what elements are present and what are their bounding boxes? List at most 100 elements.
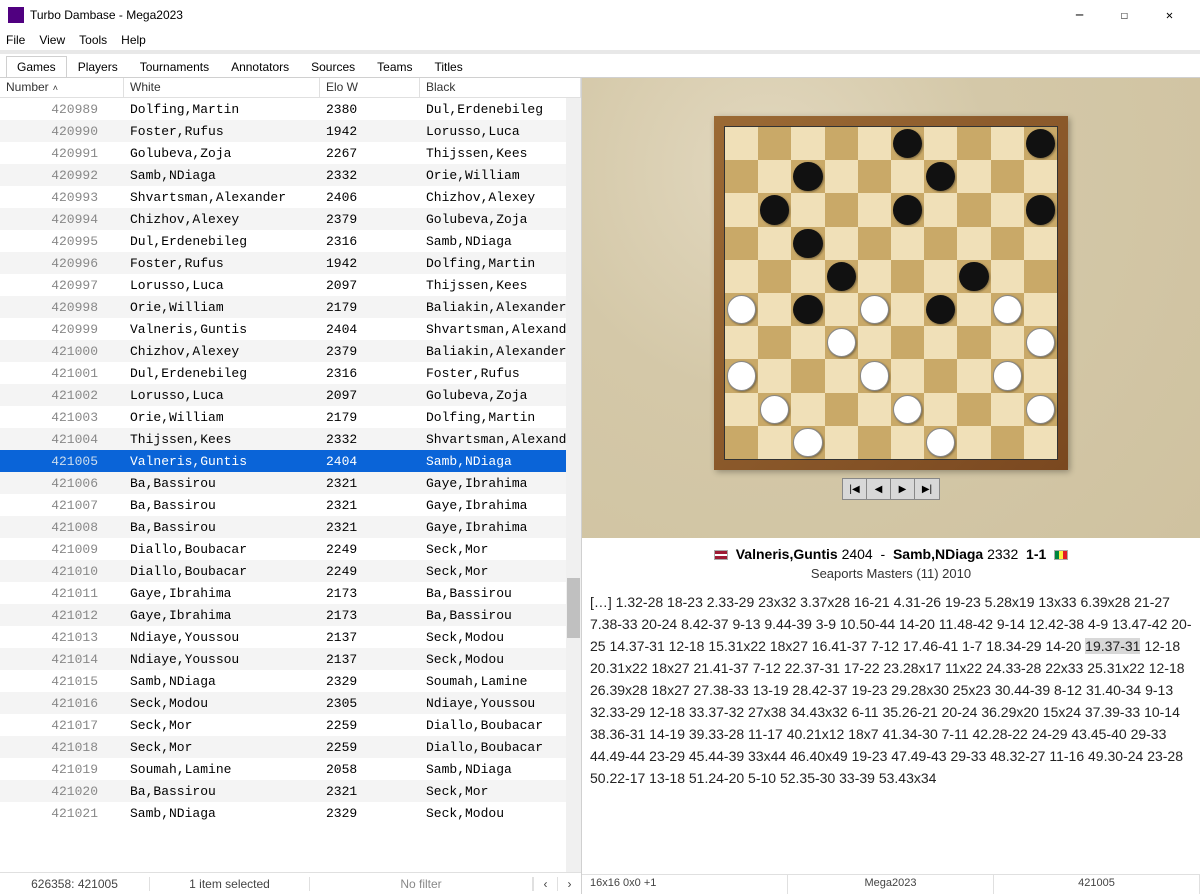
table-row[interactable]: 421019Soumah,Lamine2058Samb,NDiaga xyxy=(0,758,581,780)
square[interactable] xyxy=(957,127,990,160)
square[interactable] xyxy=(891,227,924,260)
move[interactable]: 53.43x34 xyxy=(879,770,937,786)
move[interactable]: 10.50-44 xyxy=(840,616,895,632)
move[interactable]: 9-13 xyxy=(732,616,760,632)
move[interactable]: 4.31-26 xyxy=(894,594,941,610)
square[interactable] xyxy=(891,260,924,293)
move[interactable]: 5-10 xyxy=(748,770,776,786)
move[interactable]: 48.32-27 xyxy=(990,748,1045,764)
move[interactable]: 1-7 xyxy=(962,638,982,654)
menu-help[interactable]: Help xyxy=(121,33,146,47)
scrollbar[interactable] xyxy=(566,98,581,872)
square[interactable] xyxy=(1024,227,1057,260)
minimize-button[interactable]: ─ xyxy=(1057,0,1102,30)
col-elo[interactable]: Elo W xyxy=(320,78,420,97)
square[interactable] xyxy=(891,160,924,193)
move[interactable]: 25.31x22 xyxy=(1087,660,1145,676)
move[interactable]: 11-17 xyxy=(748,726,783,742)
square[interactable] xyxy=(758,160,791,193)
move[interactable]: 9-14 xyxy=(997,616,1025,632)
white-piece[interactable] xyxy=(727,295,756,324)
white-piece[interactable] xyxy=(926,428,955,457)
square[interactable] xyxy=(825,193,858,226)
move[interactable]: 33.37-32 xyxy=(689,704,744,720)
square[interactable] xyxy=(1024,393,1057,426)
square[interactable] xyxy=(957,393,990,426)
move[interactable]: 32.33-29 xyxy=(590,704,645,720)
square[interactable] xyxy=(1024,293,1057,326)
move[interactable]: 18x7 xyxy=(848,726,878,742)
move[interactable]: 38.36-31 xyxy=(590,726,645,742)
black-piece[interactable] xyxy=(760,195,789,224)
square[interactable] xyxy=(891,393,924,426)
table-row[interactable]: 421003Orie,William2179Dolfing,Martin xyxy=(0,406,581,428)
table-row[interactable]: 421004Thijssen,Kees2332Shvartsman,Alexan… xyxy=(0,428,581,450)
square[interactable] xyxy=(1024,160,1057,193)
square[interactable] xyxy=(924,326,957,359)
white-piece[interactable] xyxy=(993,361,1022,390)
square[interactable] xyxy=(825,227,858,260)
square[interactable] xyxy=(991,293,1024,326)
square[interactable] xyxy=(758,326,791,359)
square[interactable] xyxy=(891,293,924,326)
table-row[interactable]: 421020Ba,Bassirou2321Seck,Mor xyxy=(0,780,581,802)
move[interactable]: 9-13 xyxy=(1145,682,1173,698)
col-black[interactable]: Black xyxy=(420,78,581,97)
move[interactable]: 6-11 xyxy=(852,704,879,720)
square[interactable] xyxy=(957,193,990,226)
square[interactable] xyxy=(924,260,957,293)
maximize-button[interactable]: ☐ xyxy=(1102,0,1147,30)
table-row[interactable]: 421005Valneris,Guntis2404Samb,NDiaga xyxy=(0,450,581,472)
square[interactable] xyxy=(957,260,990,293)
scrollbar-thumb[interactable] xyxy=(567,578,580,638)
table-row[interactable]: 420998Orie,William2179Baliakin,Alexander xyxy=(0,296,581,318)
square[interactable] xyxy=(991,127,1024,160)
move[interactable]: 18x27 xyxy=(652,682,690,698)
move[interactable]: 13.47-42 xyxy=(1112,616,1167,632)
move[interactable]: 12-18 xyxy=(1149,660,1185,676)
move[interactable]: 8.42-37 xyxy=(681,616,728,632)
square[interactable] xyxy=(825,127,858,160)
square[interactable] xyxy=(924,160,957,193)
white-piece[interactable] xyxy=(760,395,789,424)
square[interactable] xyxy=(858,260,891,293)
square[interactable] xyxy=(924,127,957,160)
black-piece[interactable] xyxy=(827,262,856,291)
square[interactable] xyxy=(1024,426,1057,459)
square[interactable] xyxy=(891,359,924,392)
move[interactable]: 37.39-33 xyxy=(1085,704,1140,720)
table-row[interactable]: 420991Golubeva,Zoja2267Thijssen,Kees xyxy=(0,142,581,164)
table-row[interactable]: 420994Chizhov,Alexey2379Golubeva,Zoja xyxy=(0,208,581,230)
square[interactable] xyxy=(891,127,924,160)
square[interactable] xyxy=(924,393,957,426)
square[interactable] xyxy=(858,393,891,426)
square[interactable] xyxy=(791,293,824,326)
move[interactable]: 20-24 xyxy=(641,616,677,632)
move[interactable]: 17-22 xyxy=(844,660,880,676)
move[interactable]: 29-33 xyxy=(950,748,986,764)
square[interactable] xyxy=(858,160,891,193)
move[interactable]: 34.43x32 xyxy=(790,704,848,720)
grid-body[interactable]: 420989Dolfing,Martin2380Dul,Erdenebileg4… xyxy=(0,98,581,872)
move[interactable]: 5.28x19 xyxy=(985,594,1035,610)
move[interactable]: 6.39x28 xyxy=(1080,594,1130,610)
black-piece[interactable] xyxy=(893,195,922,224)
tab-tournaments[interactable]: Tournaments xyxy=(129,56,220,77)
board[interactable] xyxy=(724,126,1058,460)
table-row[interactable]: 421001Dul,Erdenebileg2316Foster,Rufus xyxy=(0,362,581,384)
square[interactable] xyxy=(891,193,924,226)
square[interactable] xyxy=(1024,193,1057,226)
move[interactable]: 17.46-41 xyxy=(903,638,958,654)
table-row[interactable]: 421015Samb,NDiaga2329Soumah,Lamine xyxy=(0,670,581,692)
white-piece[interactable] xyxy=(860,361,889,390)
square[interactable] xyxy=(791,260,824,293)
square[interactable] xyxy=(858,426,891,459)
move[interactable]: 11.48-42 xyxy=(939,616,993,632)
black-piece[interactable] xyxy=(1026,195,1055,224)
table-row[interactable]: 421008Ba,Bassirou2321Gaye,Ibrahima xyxy=(0,516,581,538)
move[interactable]: 13-18 xyxy=(649,770,685,786)
move[interactable]: 7-12 xyxy=(753,660,781,676)
black-piece[interactable] xyxy=(793,229,822,258)
move[interactable]: 2.33-29 xyxy=(707,594,754,610)
square[interactable] xyxy=(858,326,891,359)
